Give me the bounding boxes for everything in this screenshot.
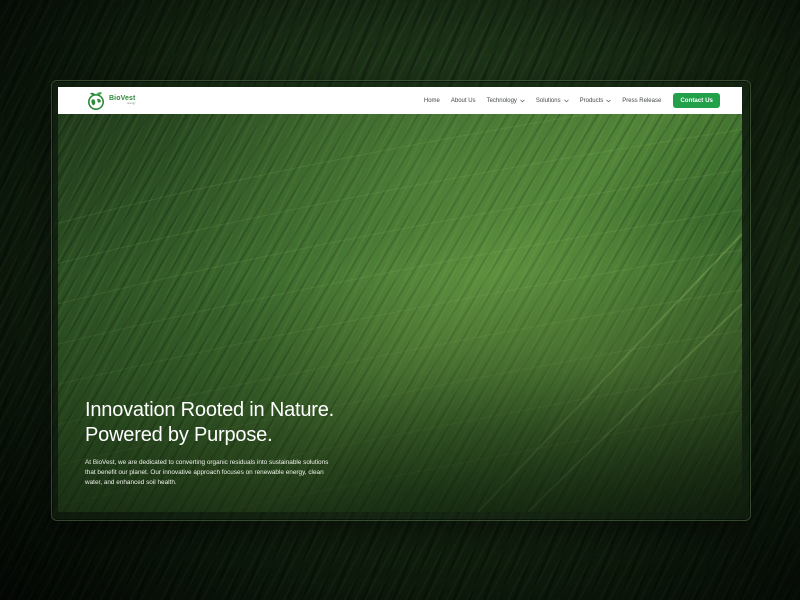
- hero-description: At BioVest, we are dedicated to converti…: [85, 459, 329, 486]
- brand-logo[interactable]: BioVest Energy: [86, 91, 135, 111]
- nav-item-products[interactable]: Products: [580, 98, 612, 104]
- nav-links: Home About Us Technology Solutions Produ…: [413, 93, 720, 108]
- top-navbar: BioVest Energy Home About Us Technology …: [58, 87, 742, 114]
- nav-item-label: About Us: [450, 97, 476, 104]
- contact-us-button[interactable]: Contact Us: [673, 93, 720, 108]
- nav-item-label: Press Release: [622, 97, 662, 104]
- hero-title: Innovation Rooted in Nature. Powered by …: [85, 398, 415, 448]
- chevron-down-icon: [606, 99, 612, 102]
- chevron-down-icon: [520, 99, 525, 102]
- nav-item-about-us[interactable]: About Us: [451, 98, 476, 104]
- nav-item-press-release[interactable]: Press Release: [622, 98, 661, 104]
- nav-item-home[interactable]: Home: [424, 98, 440, 104]
- globe-leaf-icon: [88, 91, 104, 110]
- nav-item-label: Home: [423, 97, 440, 104]
- nav-item-label: Solutions: [535, 97, 561, 104]
- hero-title-line-2: Powered by Purpose.: [85, 424, 273, 446]
- nav-item-label: Technology: [486, 97, 517, 104]
- brand-name: BioVest: [109, 95, 136, 103]
- website-screen: Innovation Rooted in Nature. Powered by …: [58, 87, 742, 512]
- hero-title-line-1: Innovation Rooted in Nature.: [85, 399, 335, 421]
- nav-item-technology[interactable]: Technology: [487, 98, 525, 104]
- chevron-down-icon: [563, 99, 569, 102]
- nav-item-solutions[interactable]: Solutions: [536, 98, 569, 104]
- hero-section: Innovation Rooted in Nature. Powered by …: [58, 114, 742, 512]
- brand-tagline: Energy: [127, 102, 136, 106]
- nav-item-label: Products: [579, 97, 604, 104]
- hero-content: Innovation Rooted in Nature. Powered by …: [85, 398, 415, 488]
